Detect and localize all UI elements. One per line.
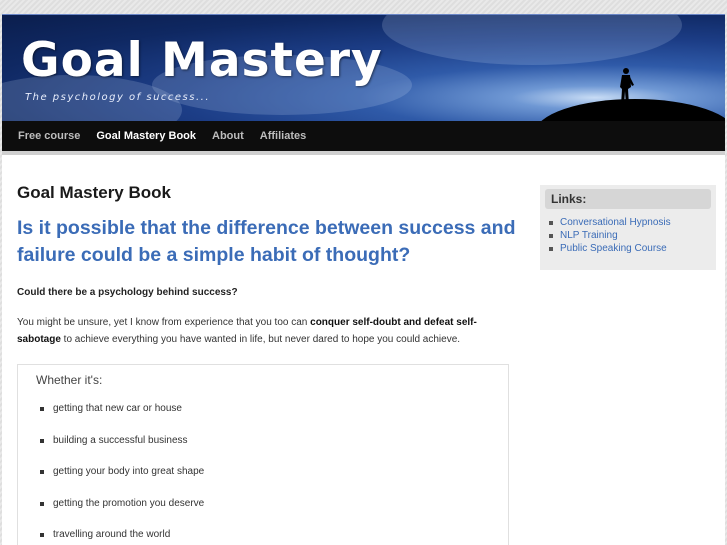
goals-box-title: Whether it's: (36, 373, 103, 387)
list-item-text: building a successful business (53, 434, 188, 446)
sidebar-link-item: Public Speaking Course (549, 242, 716, 255)
nav-item-affiliates[interactable]: Affiliates (260, 130, 306, 142)
nav-item-free-course[interactable]: Free course (18, 130, 80, 142)
main-column: Goal Mastery Book Is it possible that th… (17, 183, 517, 545)
list-item: building a successful business (38, 433, 508, 465)
link-conversational-hypnosis[interactable]: Conversational Hypnosis (560, 217, 671, 228)
list-item: getting your body into great shape (38, 464, 508, 496)
sidebar-link-list: Conversational Hypnosis NLP Training Pub… (540, 216, 716, 255)
goals-box: Whether it's: getting that new car or ho… (17, 364, 509, 545)
site-tagline: The psychology of success... (25, 92, 211, 103)
link-nlp-training[interactable]: NLP Training (560, 230, 618, 241)
intro-rest-text: to achieve everything you have wanted in… (60, 334, 461, 345)
sidebar-link-item: NLP Training (549, 229, 716, 242)
list-item-text: getting the promotion you deserve (53, 497, 205, 509)
sidebar-link-item: Conversational Hypnosis (549, 216, 716, 229)
content-area: Goal Mastery Book Is it possible that th… (2, 151, 725, 545)
list-item: travelling around the world (38, 527, 508, 545)
climber-silhouette-icon (620, 68, 634, 105)
bullet-icon (40, 501, 44, 506)
site-title[interactable]: Goal Mastery (21, 33, 383, 88)
intro-text: You might be unsure, yet I know from exp… (17, 317, 311, 328)
bullet-icon (549, 220, 553, 225)
list-item: getting that new car or house (38, 401, 508, 433)
sidebar-title: Links: (545, 189, 711, 209)
header-banner: Goal Mastery The psychology of success..… (2, 14, 725, 121)
goals-list: getting that new car or house building a… (36, 401, 508, 545)
bullet-icon (549, 246, 553, 251)
bullet-icon (40, 533, 44, 537)
link-public-speaking-course[interactable]: Public Speaking Course (560, 243, 667, 254)
page-title: Goal Mastery Book (17, 183, 171, 202)
intro-paragraph: You might be unsure, yet I know from exp… (17, 314, 517, 348)
question-text: Could there be a psychology behind succe… (17, 287, 238, 298)
bullet-icon (40, 438, 44, 443)
nav-item-goal-mastery-book[interactable]: Goal Mastery Book (96, 130, 196, 142)
main-nav: Free course Goal Mastery Book About Affi… (2, 121, 725, 151)
bullet-icon (40, 407, 44, 411)
list-item-text: getting that new car or house (53, 403, 182, 414)
headline: Is it possible that the difference betwe… (17, 217, 516, 266)
bullet-icon (549, 233, 553, 238)
sidebar-links: Links: Conversational Hypnosis NLP Train… (540, 185, 716, 270)
nav-item-about[interactable]: About (212, 130, 244, 142)
list-item: getting the promotion you deserve (38, 496, 508, 528)
page: Goal Mastery The psychology of success..… (0, 14, 727, 545)
bullet-icon (40, 470, 44, 474)
list-item-text: getting your body into great shape (53, 466, 205, 477)
list-item-text: travelling around the world (53, 529, 171, 540)
